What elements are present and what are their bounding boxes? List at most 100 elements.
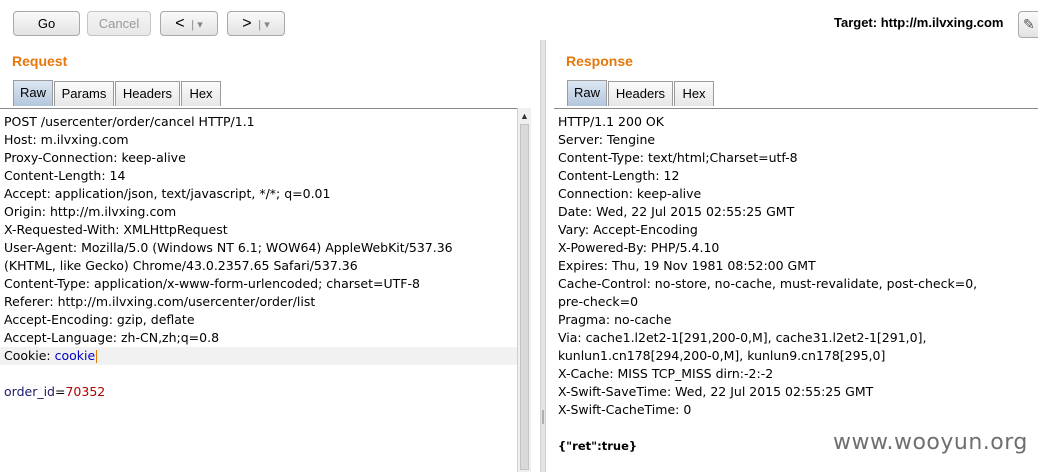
header-line: pre-check=0 xyxy=(554,293,1038,311)
request-tab-hex[interactable]: Hex xyxy=(181,81,221,106)
header-key: X-Cache: xyxy=(558,366,618,381)
header-line: Referer: http://m.ilvxing.com/usercenter… xyxy=(0,293,517,311)
forward-button[interactable]: > | ▾ xyxy=(227,11,285,36)
header-value: no-store, no-cache, must-revalidate, pos… xyxy=(654,276,978,291)
back-arrow-icon: < xyxy=(175,15,185,32)
header-line: Server: Tengine xyxy=(554,131,1038,149)
header-value: Wed, 22 Jul 2015 02:55:25 GMT xyxy=(596,204,795,219)
request-tab-headers[interactable]: Headers xyxy=(115,81,180,106)
request-lines: POST /usercenter/order/cancel HTTP/1.1 Ho… xyxy=(0,113,517,401)
pencil-icon: ✎ xyxy=(1023,16,1035,32)
header-value: m.ilvxing.com xyxy=(40,132,129,147)
header-line: Content-Length: 14 xyxy=(0,167,517,185)
header-line: Expires: Thu, 19 Nov 1981 08:52:00 GMT xyxy=(554,257,1038,275)
header-key: Expires: xyxy=(558,258,612,273)
header-line: User-Agent: Mozilla/5.0 (Windows NT 6.1;… xyxy=(0,239,517,257)
header-value: zh-CN,zh;q=0.8 xyxy=(121,330,220,345)
header-key: POST /usercenter/order/cancel HTTP/1.1 xyxy=(4,114,255,129)
scroll-thumb[interactable] xyxy=(520,124,529,470)
header-line: Accept-Encoding: gzip, deflate xyxy=(0,311,517,329)
header-value: 0 xyxy=(683,402,692,417)
header-key: X-Swift-SaveTime: xyxy=(558,384,676,399)
go-button[interactable]: Go xyxy=(13,11,80,36)
body-line[interactable]: order_id=70352 xyxy=(0,383,517,401)
request-tab-raw[interactable]: Raw xyxy=(13,80,53,106)
response-viewer[interactable]: HTTP/1.1 200 OK Server: Tengine Content-Ty… xyxy=(554,108,1038,472)
header-value: XMLHttpRequest xyxy=(123,222,228,237)
header-key: Accept-Language: xyxy=(4,330,121,345)
header-value: 14 xyxy=(109,168,126,183)
header-key: HTTP/1.1 200 OK xyxy=(558,114,664,129)
header-line: HTTP/1.1 200 OK xyxy=(554,113,1038,131)
header-line: Accept-Language: zh-CN,zh;q=0.8 xyxy=(0,329,517,347)
forward-arrow-icon: > xyxy=(242,15,252,32)
response-tab-headers[interactable]: Headers xyxy=(608,81,673,106)
header-value: Mozilla/5.0 (Windows NT 6.1; WOW64) Appl… xyxy=(81,240,453,255)
param-key: order_id xyxy=(4,384,55,399)
toolbar: Go Cancel < | ▾ > | ▾ Target: http://m.i… xyxy=(0,0,1038,46)
header-key: Content-Type: xyxy=(4,276,94,291)
target-label: Target: http://m.ilvxing.com xyxy=(834,15,1004,30)
response-title: Response xyxy=(566,53,633,69)
header-line: X-Swift-SaveTime: Wed, 22 Jul 2015 02:55… xyxy=(554,383,1038,401)
request-tabs: Raw Params Headers Hex xyxy=(13,80,533,106)
request-margin xyxy=(531,108,540,472)
param-equals: = xyxy=(55,384,66,399)
cookie-line[interactable]: Cookie: cookie xyxy=(0,347,517,365)
header-key: Origin: xyxy=(4,204,50,219)
header-line: X-Cache: MISS TCP_MISS dirn:-2:-2 xyxy=(554,365,1038,383)
header-line: Via: cache1.l2et2-1[291,200-0,M], cache3… xyxy=(554,329,1038,347)
chevron-down-icon: ▾ xyxy=(197,19,203,31)
header-line: Content-Type: application/x-www-form-url… xyxy=(0,275,517,293)
header-key: Content-Length: xyxy=(4,168,110,183)
forward-history-dropdown-icon[interactable]: | ▾ xyxy=(255,19,270,31)
divider-grip-icon[interactable] xyxy=(542,410,544,424)
header-key: Cache-Control: xyxy=(558,276,655,291)
cancel-button[interactable]: Cancel xyxy=(87,11,151,36)
header-line: Cache-Control: no-store, no-cache, must-… xyxy=(554,275,1038,293)
pane-divider[interactable] xyxy=(540,40,546,472)
request-tab-params[interactable]: Params xyxy=(54,81,114,106)
header-value: cache1.l2et2-1[291,200-0,M], cache31.l2e… xyxy=(585,330,927,345)
header-value: text/html;Charset=utf-8 xyxy=(647,150,798,165)
header-line: Connection: keep-alive xyxy=(554,185,1038,203)
header-line: Origin: http://m.ilvxing.com xyxy=(0,203,517,221)
header-value: no-cache xyxy=(614,312,672,327)
response-tab-hex[interactable]: Hex xyxy=(674,81,714,106)
response-lines: HTTP/1.1 200 OK Server: Tengine Content-Ty… xyxy=(554,113,1038,455)
header-key: kunlun1.cn178[294,200-0,M], kunlun9.cn17… xyxy=(558,348,886,363)
header-value: Accept-Encoding xyxy=(593,222,698,237)
request-scrollbar[interactable]: ▲ xyxy=(517,108,531,472)
header-value: Thu, 19 Nov 1981 08:52:00 GMT xyxy=(611,258,816,273)
response-tabs: Raw Headers Hex xyxy=(567,80,1037,106)
header-key: X-Swift-CacheTime: xyxy=(558,402,684,417)
chevron-down-icon: ▾ xyxy=(264,19,270,31)
request-editor[interactable]: POST /usercenter/order/cancel HTTP/1.1 Ho… xyxy=(0,108,517,472)
edit-target-button[interactable]: ✎ xyxy=(1018,11,1038,38)
header-line: Proxy-Connection: keep-alive xyxy=(0,149,517,167)
header-line: Pragma: no-cache xyxy=(554,311,1038,329)
cookie-key: Cookie: xyxy=(4,348,55,363)
header-key: User-Agent: xyxy=(4,240,82,255)
scroll-up-icon[interactable]: ▲ xyxy=(519,110,530,122)
header-key: Pragma: xyxy=(558,312,615,327)
header-line: Content-Length: 12 xyxy=(554,167,1038,185)
header-line: POST /usercenter/order/cancel HTTP/1.1 xyxy=(0,113,517,131)
header-value: Wed, 22 Jul 2015 02:55:25 GMT xyxy=(675,384,874,399)
back-button[interactable]: < | ▾ xyxy=(160,11,218,36)
watermark: www.wooyun.org xyxy=(833,430,1028,455)
header-key: Proxy-Connection: xyxy=(4,150,122,165)
header-line: X-Requested-With: XMLHttpRequest xyxy=(0,221,517,239)
header-value: keep-alive xyxy=(636,186,702,201)
header-value: Tengine xyxy=(606,132,656,147)
back-history-dropdown-icon[interactable]: | ▾ xyxy=(188,19,203,31)
header-key: Content-Type: xyxy=(558,150,648,165)
header-key: pre-check=0 xyxy=(558,294,639,309)
header-key: X-Requested-With: xyxy=(4,222,124,237)
response-tab-raw[interactable]: Raw xyxy=(567,80,607,106)
header-key: Connection: xyxy=(558,186,637,201)
request-title: Request xyxy=(12,53,68,69)
text-caret xyxy=(96,350,98,363)
header-key: Server: xyxy=(558,132,607,147)
header-key: Content-Length: xyxy=(558,168,664,183)
